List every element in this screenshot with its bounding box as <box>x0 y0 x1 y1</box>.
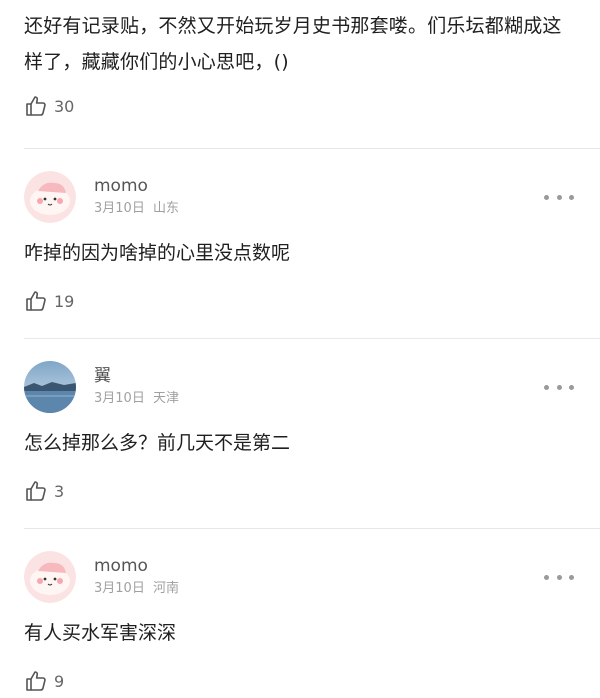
more-options-button[interactable] <box>544 379 574 395</box>
like-count: 3 <box>54 481 65 501</box>
like-button[interactable]: 3 <box>24 476 576 506</box>
like-count: 30 <box>54 96 75 116</box>
comment-header: 翼 3月10日 天津 <box>24 351 576 423</box>
comment-meta: momo 3月10日 河南 <box>94 555 179 599</box>
user-name[interactable]: momo <box>94 175 179 197</box>
more-dot-icon <box>544 574 549 580</box>
thumbs-up-icon <box>26 481 46 501</box>
thumbs-up-icon <box>26 291 46 311</box>
comment-text: 怎么掉那么多？前几天不是第二 <box>24 432 291 454</box>
more-dot-icon <box>544 194 549 200</box>
thumbs-up-icon <box>26 96 46 116</box>
more-options-button[interactable] <box>544 189 574 205</box>
comment-meta: 翼 3月10日 天津 <box>94 365 179 409</box>
pink-creature-avatar-icon <box>24 171 76 223</box>
top-comment: 还好有记录贴，不然又开始玩岁月史书那套喽。们乐坛都糊成这样了，藏藏你们的小心思吧… <box>0 0 600 121</box>
comment-date: 3月10日 <box>94 581 145 596</box>
more-dot-icon <box>569 384 574 390</box>
more-dot-icon <box>569 194 574 200</box>
like-button[interactable]: 19 <box>24 286 576 316</box>
landscape-avatar-icon <box>24 361 76 413</box>
avatar[interactable] <box>24 361 76 413</box>
user-name[interactable]: 翼 <box>94 365 179 387</box>
comment-meta: momo 3月10日 山东 <box>94 175 179 219</box>
more-dot-icon <box>556 384 562 390</box>
comment-item: 翼 3月10日 天津 怎么掉那么多？前几天不是第二 3 <box>0 351 600 506</box>
comment-header: momo 3月10日 山东 <box>24 161 576 233</box>
avatar[interactable] <box>24 171 76 223</box>
divider <box>24 338 600 339</box>
like-count: 9 <box>54 671 65 691</box>
like-button[interactable]: 9 <box>24 666 576 696</box>
more-options-button[interactable] <box>544 569 574 585</box>
divider <box>24 148 600 149</box>
avatar[interactable] <box>24 551 76 603</box>
more-dot-icon <box>544 384 549 390</box>
comment-date: 3月10日 <box>94 391 145 406</box>
more-dot-icon <box>556 194 562 200</box>
comment-header: momo 3月10日 河南 <box>24 541 576 613</box>
pink-creature-avatar-icon <box>24 551 76 603</box>
comment-location: 天津 <box>152 391 179 406</box>
more-dot-icon <box>556 574 562 580</box>
like-count: 19 <box>54 291 75 311</box>
comment-text: 有人买水军害深深 <box>24 622 177 644</box>
comment-text: 还好有记录贴，不然又开始玩岁月史书那套喽。们乐坛都糊成这样了，藏藏你们的小心思吧… <box>24 15 562 73</box>
like-button[interactable]: 30 <box>24 91 576 121</box>
comment-date: 3月10日 <box>94 201 145 216</box>
comment-item: momo 3月10日 山东 咋掉的因为啥掉的心里没点数呢 19 <box>0 161 600 316</box>
comment-location: 山东 <box>152 201 179 216</box>
comment-sub-meta: 3月10日 河南 <box>94 579 179 599</box>
thumbs-up-icon <box>26 671 46 691</box>
divider <box>24 528 600 529</box>
comment-location: 河南 <box>152 581 179 596</box>
comment-text: 咋掉的因为啥掉的心里没点数呢 <box>24 242 291 264</box>
comment-item: momo 3月10日 河南 有人买水军害深深 9 <box>0 541 600 696</box>
user-name[interactable]: momo <box>94 555 179 577</box>
more-dot-icon <box>569 574 574 580</box>
comment-sub-meta: 3月10日 天津 <box>94 389 179 409</box>
comment-sub-meta: 3月10日 山东 <box>94 199 179 219</box>
